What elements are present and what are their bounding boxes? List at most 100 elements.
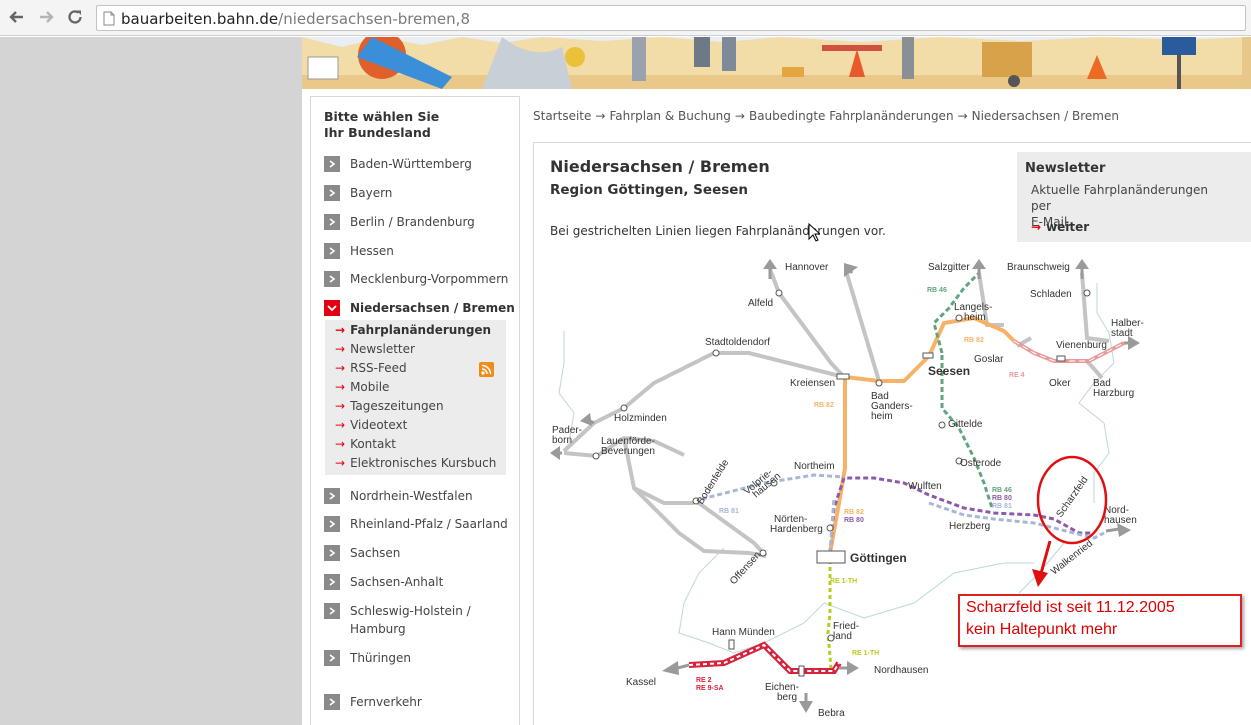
station-wulften: Wulften xyxy=(908,481,942,492)
label-rb82: RB 82 xyxy=(964,337,984,344)
submenu-item-kursbuch[interactable]: → Elektronisches Kursbuch xyxy=(335,456,496,470)
sidebar-item-label: Sachsen xyxy=(350,546,401,560)
submenu-item-mobile[interactable]: → Mobile xyxy=(335,380,389,394)
arrow-right-icon: → xyxy=(335,418,346,432)
chevron-down-icon xyxy=(324,300,340,316)
submenu-item-label: Tageszeitungen xyxy=(350,399,444,413)
map-note: Bei gestrichelten Linien liegen Fahrplan… xyxy=(550,224,886,238)
line-re1th xyxy=(826,553,833,669)
callout-line1: Scharzfeld ist seit 11.12.2005 xyxy=(966,599,1175,616)
chevron-right-icon xyxy=(324,694,340,710)
sidebar-item-label: Mecklenburg-Vorpommern xyxy=(350,272,509,286)
breadcrumb: Startseite → Fahrplan & Buchung → Baubedingt… xyxy=(533,109,1119,123)
sidebar-item-hessen[interactable]: Hessen xyxy=(324,242,394,260)
sidebar-item-schleswig-holstein-hamburg[interactable]: Schleswig-Holstein / Hamburg xyxy=(324,602,471,638)
sidebar-item-fernverkehr[interactable]: Fernverkehr xyxy=(324,693,422,711)
rail-network-map: Hannover Alfeld Stadtoldendorf Kreiensen… xyxy=(550,259,1144,719)
sidebar-item-baden-wuerttemberg[interactable]: Baden-Württemberg xyxy=(324,155,472,173)
station-bad-gandersheim-3: heim xyxy=(871,411,893,422)
submenu-item-label: Mobile xyxy=(350,380,390,394)
sidebar-title-line1: Bitte wählen Sie xyxy=(324,109,440,124)
arrow-right-icon: → xyxy=(595,109,606,123)
station-scharzfeld: Scharzfeld xyxy=(1054,475,1090,520)
sidebar-item-sachsen-anhalt[interactable]: Sachsen-Anhalt xyxy=(324,573,443,591)
breadcrumb-startseite[interactable]: Startseite xyxy=(533,109,591,123)
sidebar-item-niedersachsen-bremen[interactable]: Niedersachsen / Bremen xyxy=(324,299,515,317)
sidebar-item-label: Berlin / Brandenburg xyxy=(350,215,475,229)
sidebar-item-berlin-brandenburg[interactable]: Berlin / Brandenburg xyxy=(324,213,475,231)
arrow-right-icon: → xyxy=(335,380,346,394)
label-re1th: RE 1-TH xyxy=(830,578,857,585)
arrow-right-icon: → xyxy=(957,109,968,123)
chevron-right-icon xyxy=(324,271,340,287)
sidebar-item-label: Hessen xyxy=(350,244,394,258)
submenu-item-label: Videotext xyxy=(350,418,408,432)
arrow-right-icon: → xyxy=(335,361,346,375)
browser-toolbar: bauarbeiten.bahn.de/niedersachsen-bremen… xyxy=(0,0,1251,36)
arrow-right-icon: → xyxy=(335,342,346,356)
submenu-item-newsletter[interactable]: → Newsletter xyxy=(335,342,415,356)
station-kreiensen: Kreiensen xyxy=(790,378,835,389)
back-icon[interactable] xyxy=(6,6,28,28)
station-stadtoldendorf: Stadtoldendorf xyxy=(705,337,770,348)
forward-icon[interactable] xyxy=(35,6,57,28)
submenu-item-label: Elektronisches Kursbuch xyxy=(350,456,497,470)
page-icon xyxy=(103,11,115,26)
reload-icon[interactable] xyxy=(64,6,86,28)
newsletter-text-line1: Aktuelle Fahrplanänderungen per xyxy=(1031,183,1209,213)
rss-icon[interactable] xyxy=(479,362,494,377)
station-osterode: Osterode xyxy=(960,458,1002,469)
station-nordhausen-south: Nordhausen xyxy=(874,665,928,676)
station-goettingen: Göttingen xyxy=(850,551,907,565)
header-banner-illustration xyxy=(302,37,1251,89)
station-bad-harzburg-2: Harzburg xyxy=(1093,388,1134,399)
station-langelsheim-2: heim xyxy=(964,312,986,323)
submenu-item-tageszeitungen[interactable]: → Tageszeitungen xyxy=(335,399,444,413)
station-halberstadt-2: stadt xyxy=(1111,328,1133,339)
submenu-item-label: Newsletter xyxy=(350,342,415,356)
station-hann-muenden: Hann Münden xyxy=(712,627,775,638)
sidebar-item-bayern[interactable]: Bayern xyxy=(324,184,392,202)
submenu-item-label: Kontakt xyxy=(350,437,396,451)
station-seesen: Seesen xyxy=(928,364,970,378)
label-rb46: RB 46 xyxy=(927,287,947,294)
label-re9sa: RE 9-SA xyxy=(696,685,724,692)
label-re4: RE 4 xyxy=(1009,372,1025,379)
station-eichenberg-2: berg xyxy=(777,692,797,703)
breadcrumb-baubedingte[interactable]: Baubedingte Fahrplanänderungen xyxy=(749,109,954,123)
station-kassel: Kassel xyxy=(626,677,656,688)
submenu-item-kontakt[interactable]: → Kontakt xyxy=(335,437,396,451)
chevron-right-icon xyxy=(324,214,340,230)
arrow-right-icon: → xyxy=(335,323,346,337)
station-oker: Oker xyxy=(1049,378,1071,389)
newsletter-weiter-link[interactable]: → weiter xyxy=(1031,220,1089,234)
station-goslar: Goslar xyxy=(974,354,1004,365)
station-paderborn-2: born xyxy=(552,435,572,446)
annotation-callout: Scharzfeld ist seit 11.12.2005 kein Halt… xyxy=(958,594,1242,647)
page-subtitle: Region Göttingen, Seesen xyxy=(550,182,749,198)
arrow-right-icon: → xyxy=(734,109,745,123)
station-noerten-hardenberg-2: Hardenberg xyxy=(770,524,823,535)
sidebar-item-sachsen[interactable]: Sachsen xyxy=(324,544,400,562)
submenu-item-rss-feed[interactable]: → RSS-Feed xyxy=(335,361,407,375)
station-braunschweig: Braunschweig xyxy=(1007,262,1070,273)
sidebar-item-label: Bayern xyxy=(350,186,393,200)
label-rb80-2: RB 80 xyxy=(844,517,864,524)
submenu-item-fahrplanaenderungen[interactable]: → Fahrplanänderungen xyxy=(335,323,491,337)
address-bar[interactable]: bauarbeiten.bahn.de/niedersachsen-bremen… xyxy=(96,5,1246,31)
mouse-cursor-icon xyxy=(808,223,820,242)
sidebar-item-mecklenburg-vorpommern[interactable]: Mecklenburg-Vorpommern xyxy=(324,270,508,288)
sidebar-item-thueringen[interactable]: Thüringen xyxy=(324,649,411,667)
label-rb81: RB 81 xyxy=(992,503,1012,510)
page-title: Niedersachsen / Bremen xyxy=(550,157,770,176)
submenu-item-videotext[interactable]: → Videotext xyxy=(335,418,407,432)
label-re2: RE 2 xyxy=(696,677,712,684)
breadcrumb-fahrplan-buchung[interactable]: Fahrplan & Buchung xyxy=(609,109,730,123)
station-bodenfelde: Bodenfelde xyxy=(695,457,731,506)
sidebar-item-nordrhein-westfalen[interactable]: Nordrhein-Westfalen xyxy=(324,487,473,505)
sidebar-item-rheinland-pfalz-saarland[interactable]: Rheinland-Pfalz / Saarland xyxy=(324,515,508,533)
label-rb80: RB 80 xyxy=(992,495,1012,502)
station-gittelde: Gittelde xyxy=(948,419,983,430)
station-lauenfoerde-2: Beverungen xyxy=(601,446,655,457)
station-hannover: Hannover xyxy=(785,262,829,273)
